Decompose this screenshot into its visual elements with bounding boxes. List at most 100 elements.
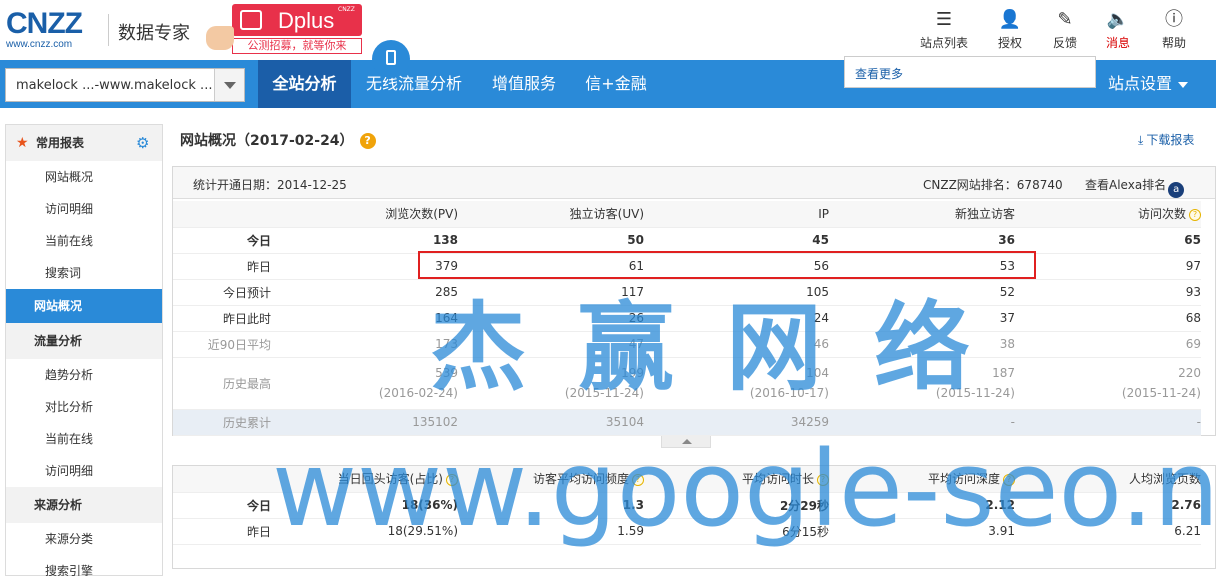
cnzz-logo[interactable]: CNZZ www.cnzz.com <box>6 9 98 51</box>
tab-value-added[interactable]: 增值服务 <box>477 60 571 108</box>
cell: 105 <box>644 279 829 306</box>
cell: 135102 <box>271 409 458 436</box>
cell-value: 220 <box>1178 366 1201 380</box>
cell: 187 (2015-11-24) <box>829 357 1015 410</box>
cell: 3.91 <box>829 518 1015 545</box>
row-label: 昨日此时 <box>173 305 271 332</box>
feedback-button[interactable]: ✎ 反馈 <box>1035 10 1095 51</box>
sidebar-item-visit-detail-2[interactable]: 访问明细 <box>6 455 162 487</box>
logo-divider <box>108 14 109 46</box>
sidebar-item-compare[interactable]: 对比分析 <box>6 391 162 423</box>
help-icon[interactable]: ? <box>632 474 644 487</box>
sidebar-item-source-category[interactable]: 来源分类 <box>6 523 162 555</box>
cell: 65 <box>1015 227 1201 254</box>
cell: 6分15秒 <box>644 518 829 545</box>
tab-site-analysis[interactable]: 全站分析 <box>258 60 351 108</box>
chevron-down-icon[interactable] <box>214 69 244 101</box>
dplus-logo-icon <box>240 10 262 30</box>
star-icon: ★ <box>16 135 29 151</box>
cell: 97 <box>1015 253 1201 280</box>
site-list-label: 站点列表 <box>919 36 968 50</box>
gear-icon[interactable]: ⚙ <box>136 125 149 161</box>
dplus-banner[interactable]: Dplus CNZZ 公测招募，就等你来 <box>232 4 362 54</box>
cell: 52 <box>829 279 1015 306</box>
cell: 18(29.51%) <box>271 518 458 545</box>
table-row-today: 今日 138 50 45 36 65 <box>173 227 1201 254</box>
cell: 173 <box>271 331 458 358</box>
header-duration-label: 平均访问时长 <box>741 472 814 487</box>
collapse-toggle[interactable] <box>661 436 711 448</box>
messages-label: 消息 <box>1105 36 1130 50</box>
help-icon[interactable]: ? <box>1189 209 1201 222</box>
sidebar-head-traffic[interactable]: 流量分析 <box>6 323 162 359</box>
row-label: 昨日 <box>173 253 271 280</box>
sidebar-head-source[interactable]: 来源分析 <box>6 487 162 523</box>
header: CNZZ www.cnzz.com 数据专家 Dplus CNZZ 公测招募，就… <box>0 0 1216 60</box>
sidebar-item-trend[interactable]: 趋势分析 <box>6 359 162 391</box>
quality-table: 当日回头访客(占比)? 访客平均访问频度? 平均访问时长? 平均访问深度? 人均… <box>173 466 1201 545</box>
sidebar-item-keywords[interactable]: 搜索词 <box>6 257 162 289</box>
cell: 164 <box>271 305 458 332</box>
authorize-label: 授权 <box>997 36 1022 50</box>
pointing-hand-icon <box>206 26 234 50</box>
cell: 35104 <box>458 409 644 436</box>
sidebar-item-site-overview[interactable]: 网站概况 <box>6 161 162 193</box>
header-frequency-label: 访客平均访问频度 <box>532 472 629 487</box>
site-rank: CNZZ网站排名：678740 <box>923 178 1063 192</box>
list-icon: ☰ <box>935 9 953 30</box>
help-circle-icon[interactable]: ? <box>359 133 376 149</box>
cell: 37 <box>829 305 1015 332</box>
tab-finance[interactable]: 信+金融 <box>571 60 661 108</box>
cell: 34259 <box>644 409 829 436</box>
download-report-link[interactable]: ⤓ 下载报表 <box>1138 131 1194 148</box>
help-icon[interactable]: ? <box>817 474 829 487</box>
quality-panel: 当日回头访客(占比)? 访客平均访问频度? 平均访问时长? 平均访问深度? 人均… <box>172 465 1216 569</box>
cell-date: (2015-11-24) <box>564 386 644 400</box>
site-settings-menu[interactable]: 站点设置 <box>1108 60 1189 108</box>
mobile-bubble[interactable] <box>372 40 410 78</box>
header-depth-label: 平均访问深度 <box>927 472 1000 487</box>
cell-value: 539 <box>435 366 458 380</box>
cell: 539 (2016-02-24) <box>271 357 458 410</box>
cell: 18(36%) <box>271 492 458 519</box>
site-list-button[interactable]: ☰ 站点列表 <box>914 10 974 51</box>
help-icon[interactable]: ? <box>446 474 458 487</box>
site-select-value: makelock ...-www.makelock ... <box>16 78 213 93</box>
sidebar-item-online-2[interactable]: 当前在线 <box>6 423 162 455</box>
highlight-box <box>418 251 1036 279</box>
table-row-yesterday-now: 昨日此时 164 26 24 37 68 <box>173 305 1201 332</box>
help-icon[interactable]: ? <box>1003 474 1015 487</box>
logo-title: 数据专家 <box>118 23 190 44</box>
sidebar-item-online[interactable]: 当前在线 <box>6 225 162 257</box>
tab-mobile-traffic[interactable]: 无线流量分析 <box>351 60 477 108</box>
sidebar-item-search-engine[interactable]: 搜索引擎 <box>6 555 162 576</box>
dplus-tagline: 公测招募，就等你来 <box>232 38 362 54</box>
help-button[interactable]: ⓘ 帮助 <box>1144 10 1204 51</box>
row-label: 近90日平均 <box>173 331 271 358</box>
header-blank <box>173 201 271 228</box>
sidebar-head-common[interactable]: ★ 常用报表 ⚙ <box>6 125 162 161</box>
alexa-link[interactable]: 查看Alexa排名 a <box>1085 176 1185 198</box>
sidebar-item-visit-detail[interactable]: 访问明细 <box>6 193 162 225</box>
header-new-uv: 新独立访客 <box>829 201 1015 228</box>
sidebar-head-common-label: 常用报表 <box>36 136 85 150</box>
cell-value: 199 <box>621 366 644 380</box>
sidebar-item-active-overview[interactable]: 网站概况 <box>6 289 162 323</box>
dplus-badge: CNZZ <box>338 6 355 13</box>
site-select[interactable]: makelock ...-www.makelock ... <box>5 68 245 102</box>
row-label: 昨日 <box>173 518 271 545</box>
overview-panel: 统计开通日期：2014-12-25 CNZZ网站排名：678740 查看Alex… <box>172 166 1216 436</box>
messages-button[interactable]: 🔈 消息 <box>1088 10 1148 51</box>
header-uv: 独立访客(UV) <box>458 201 644 228</box>
cell: 285 <box>271 279 458 306</box>
download-icon: ⤓ <box>1138 133 1144 147</box>
header-returning: 当日回头访客(占比)? <box>271 466 458 493</box>
authorize-button[interactable]: 👤 授权 <box>980 10 1040 51</box>
cell: 2.12 <box>829 492 1015 519</box>
cell: 38 <box>829 331 1015 358</box>
view-more-link[interactable]: 查看更多 <box>855 65 903 82</box>
table-row-yesterday: 昨日 18(29.51%) 1.59 6分15秒 3.91 6.21 <box>173 518 1201 545</box>
logo-sub-text: www.cnzz.com <box>6 39 73 50</box>
edit-icon: ✎ <box>1057 9 1073 30</box>
cell: 47 <box>458 331 644 358</box>
